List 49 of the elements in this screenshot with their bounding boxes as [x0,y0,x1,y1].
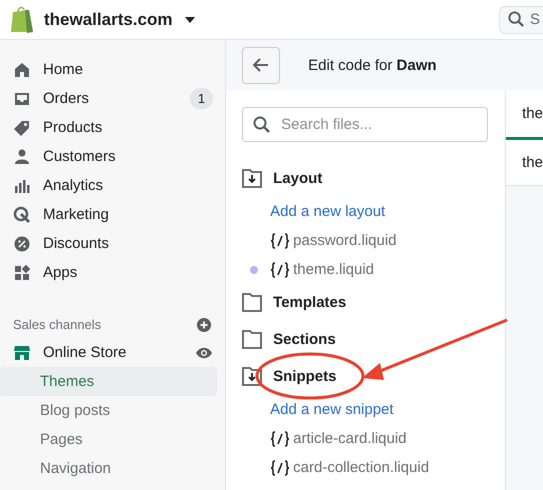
file-item[interactable]: article-card.liquid [242,424,506,453]
nav-item[interactable]: Home [0,55,226,84]
code-file-icon [270,232,290,248]
discount-icon [13,234,31,252]
shopping-bag-logo-icon [10,6,34,34]
back-button[interactable] [242,46,280,84]
file-item[interactable]: theme.liquid [242,255,506,284]
store-icon [13,344,31,362]
nav-item[interactable]: Customers [0,142,226,171]
nav-subitem[interactable]: Pages [0,425,218,454]
add-icon[interactable] [197,318,212,332]
nav-item[interactable]: Apps [0,258,226,287]
store-name[interactable]: thewallarts.com [44,10,172,30]
target-icon [13,206,31,224]
section-heading: Sales channels [13,317,102,332]
page-title: Edit code for Dawn [308,56,437,74]
code-file-icon [270,262,290,278]
nav-item[interactable]: Orders 1 [0,84,226,113]
file-item[interactable]: card-collection.liquid [242,453,506,482]
search-icon [508,11,525,28]
search-field[interactable]: S [499,6,543,34]
file-tab[interactable]: the [506,140,543,186]
nav-subitem[interactable]: Blog posts [0,396,218,425]
search-icon [253,116,272,134]
folder-item[interactable]: Layout [242,160,506,197]
person-icon [13,148,31,166]
file-tab[interactable]: the [506,90,543,140]
nav-item[interactable]: Marketing [0,200,226,229]
nav-item[interactable]: Products [0,113,226,142]
nav-subitem[interactable]: Navigation [0,454,218,483]
apps-icon [13,264,31,282]
file-item[interactable]: password.liquid [242,226,506,255]
folder-item[interactable]: Snippets [242,358,506,395]
back-arrow-icon [253,58,270,72]
eye-icon[interactable] [195,346,214,358]
add-file-link[interactable]: Add a new layout [270,203,386,220]
folder-item[interactable]: Templates [242,284,506,321]
home-icon [13,60,31,78]
caret-icon[interactable] [184,16,194,22]
code-file-icon [270,460,290,476]
code-file-icon [270,430,290,446]
nav-item[interactable]: Discounts [0,229,226,258]
add-file-link[interactable]: Add a new snippet [270,401,394,418]
online-store-item[interactable]: Online Store [0,338,226,367]
nav-subitem[interactable]: Themes [0,367,218,396]
nav-item[interactable]: Analytics [0,171,226,200]
tag-icon [13,118,31,136]
count-badge: 1 [190,88,214,109]
folder-item[interactable]: Sections [242,321,506,358]
